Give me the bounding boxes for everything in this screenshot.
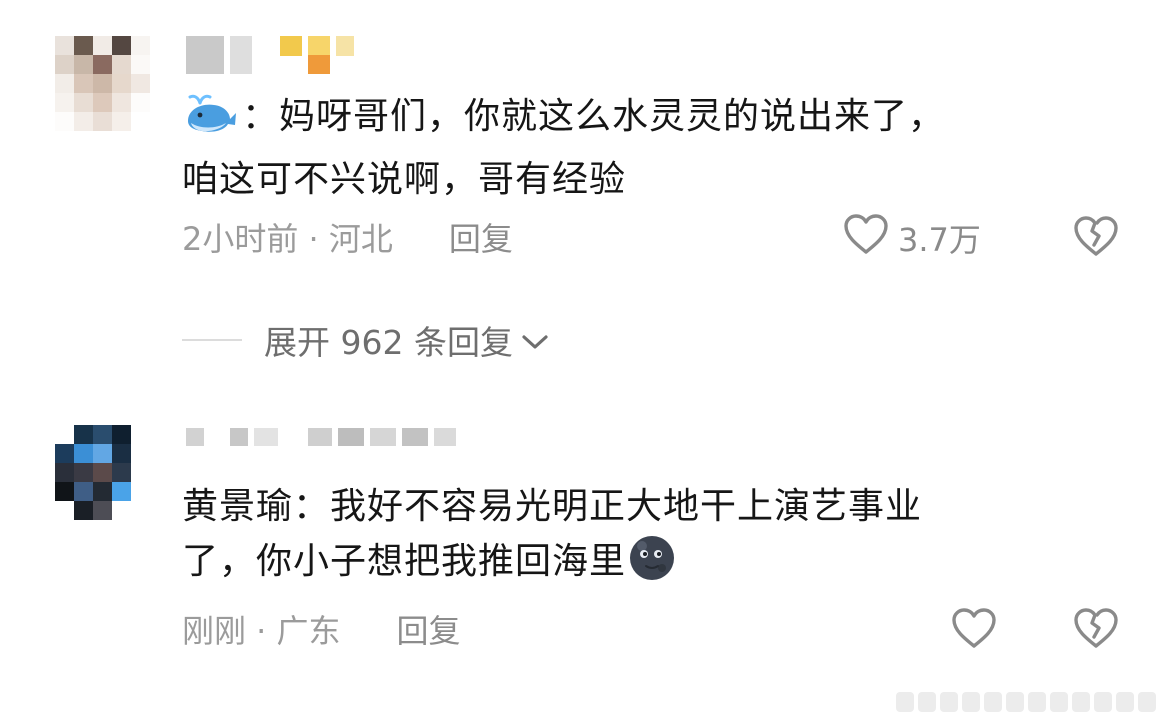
- comment-time-location: 刚刚 · 广东: [182, 612, 341, 650]
- like-count: 3.7万: [898, 221, 981, 259]
- comment-text: 黄景瑜：我好不容易光明正大地干上演艺事业 了，你小子想把我推回海里: [182, 480, 1130, 598]
- username[interactable]: [186, 36, 354, 74]
- comment-time-location: 2小时前 · 河北: [182, 220, 393, 258]
- comment-text-line: 了，你小子想把我推回海里: [182, 541, 627, 582]
- comment-meta: 2小时前 · 河北 回复: [182, 214, 513, 260]
- dislike-button[interactable]: [1072, 606, 1120, 654]
- new-moon-face-icon: [626, 534, 678, 598]
- comment-meta: 刚刚 · 广东 回复: [182, 606, 461, 652]
- chevron-down-icon: [521, 321, 549, 360]
- reply-button[interactable]: 回复: [449, 214, 513, 260]
- comment-text: ：妈呀哥们，你就这么水灵灵的说出来了， 咱这可不兴说啊，哥有经验: [182, 90, 1130, 207]
- reply-button[interactable]: 回复: [397, 606, 461, 652]
- heart-icon: [842, 212, 890, 264]
- broken-heart-icon: [1072, 216, 1120, 262]
- avatar[interactable]: [55, 36, 150, 131]
- comment-text-line: ：妈呀哥们，你就这么水灵灵的说出来了，: [242, 96, 946, 137]
- username[interactable]: [186, 428, 456, 446]
- comment-text-line: 黄景瑜：我好不容易光明正大地干上演艺事业: [182, 486, 923, 527]
- comment-text-line: 咱这可不兴说啊，哥有经验: [182, 159, 627, 200]
- watermark: [896, 692, 1156, 712]
- expand-replies-label: 展开 962 条回复: [264, 323, 513, 362]
- divider: [182, 339, 242, 341]
- whale-icon: [182, 91, 238, 153]
- avatar[interactable]: [55, 425, 150, 520]
- like-button[interactable]: [950, 606, 1006, 658]
- dislike-button[interactable]: [1072, 214, 1120, 262]
- like-button[interactable]: 3.7万: [842, 212, 981, 264]
- heart-icon: [950, 606, 998, 658]
- broken-heart-icon: [1072, 608, 1120, 654]
- expand-replies-button[interactable]: 展开 962 条回复: [182, 316, 549, 364]
